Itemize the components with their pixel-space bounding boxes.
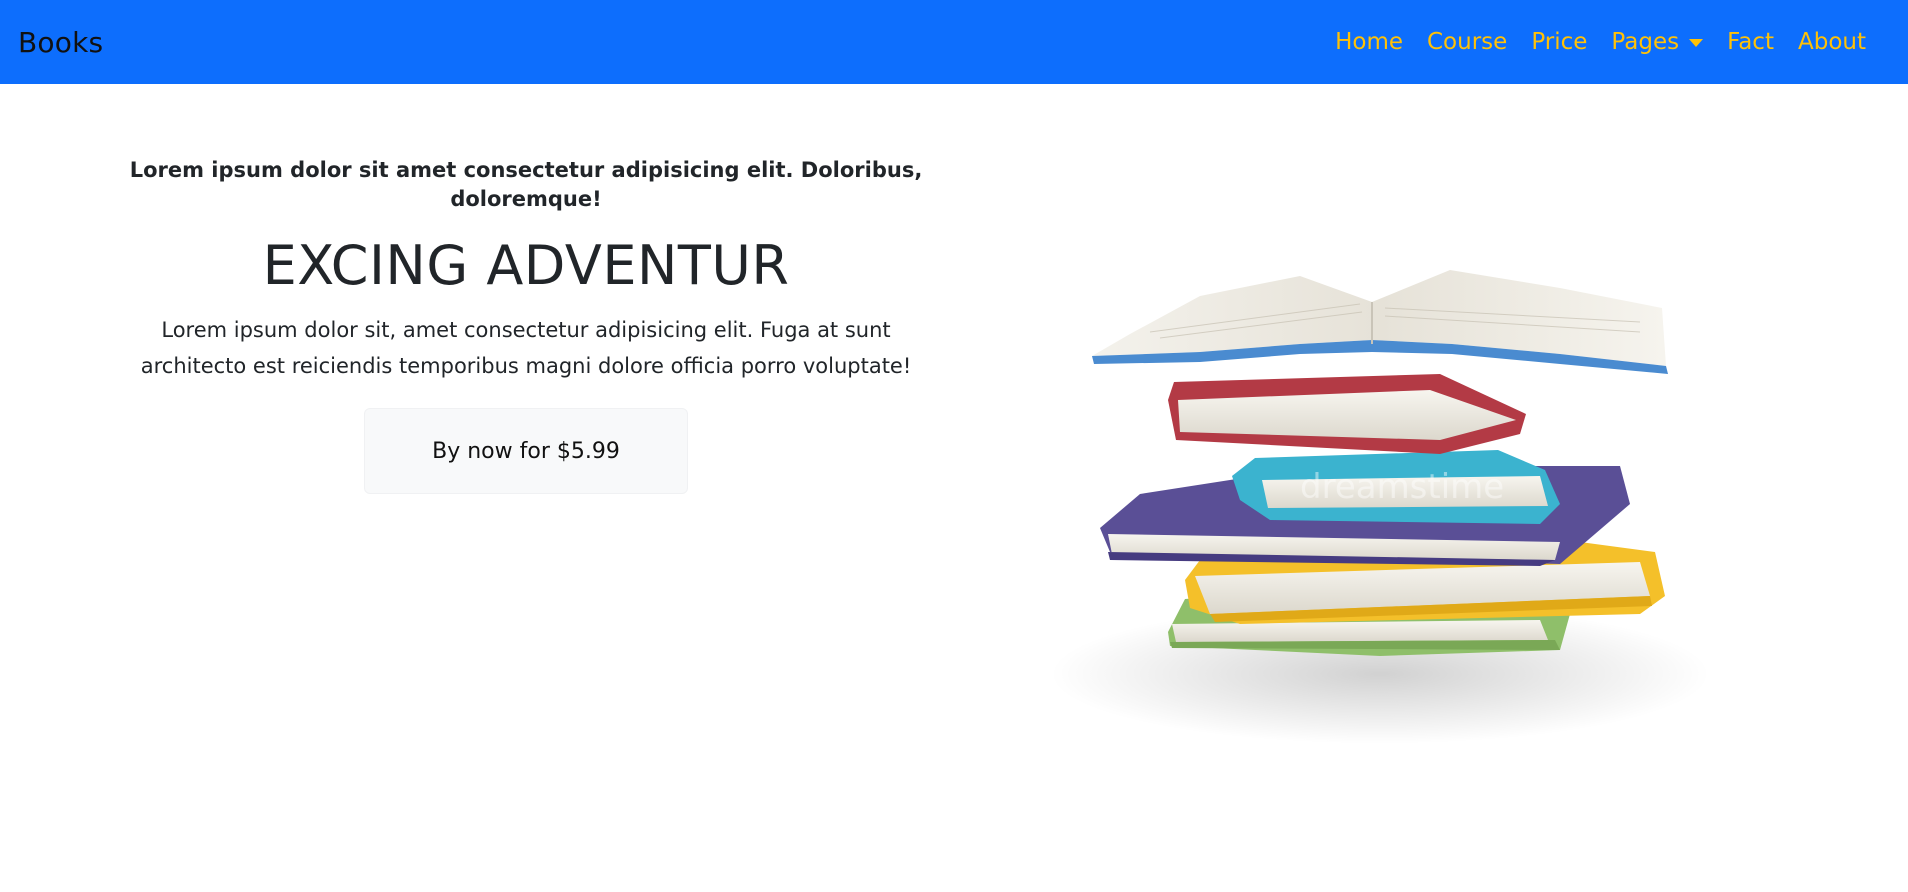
nav-dropdown-pages[interactable]: Pages: [1599, 29, 1715, 55]
image-watermark: dreamstime: [1300, 467, 1504, 507]
nav-link-fact[interactable]: Fact: [1715, 29, 1786, 55]
nav-link-pages-label: Pages: [1611, 29, 1680, 55]
navbar: Books Home Course Price Pages Fact About: [0, 0, 1908, 84]
hero-body: Lorem ipsum dolor sit, amet consectetur …: [140, 318, 912, 378]
nav-link-course[interactable]: Course: [1415, 29, 1519, 55]
nav-link-home[interactable]: Home: [1323, 29, 1415, 55]
hero-section: Lorem ipsum dolor sit amet consectetur a…: [0, 84, 1908, 892]
hero-lead: Lorem ipsum dolor sit amet consectetur a…: [129, 158, 923, 211]
book-stack-image: dreamstime: [1050, 270, 1710, 744]
nav-link-price[interactable]: Price: [1519, 29, 1599, 55]
nav-links: Home Course Price Pages Fact About: [1323, 29, 1878, 55]
brand-link[interactable]: Books: [18, 26, 103, 59]
caret-down-icon: [1689, 39, 1704, 47]
hero-text: Lorem ipsum dolor sit amet consectetur a…: [120, 156, 932, 494]
buy-button[interactable]: By now for $5.99: [364, 408, 688, 494]
nav-link-about[interactable]: About: [1786, 29, 1878, 55]
hero-headline: EXCING ADVENTUR: [262, 234, 790, 297]
